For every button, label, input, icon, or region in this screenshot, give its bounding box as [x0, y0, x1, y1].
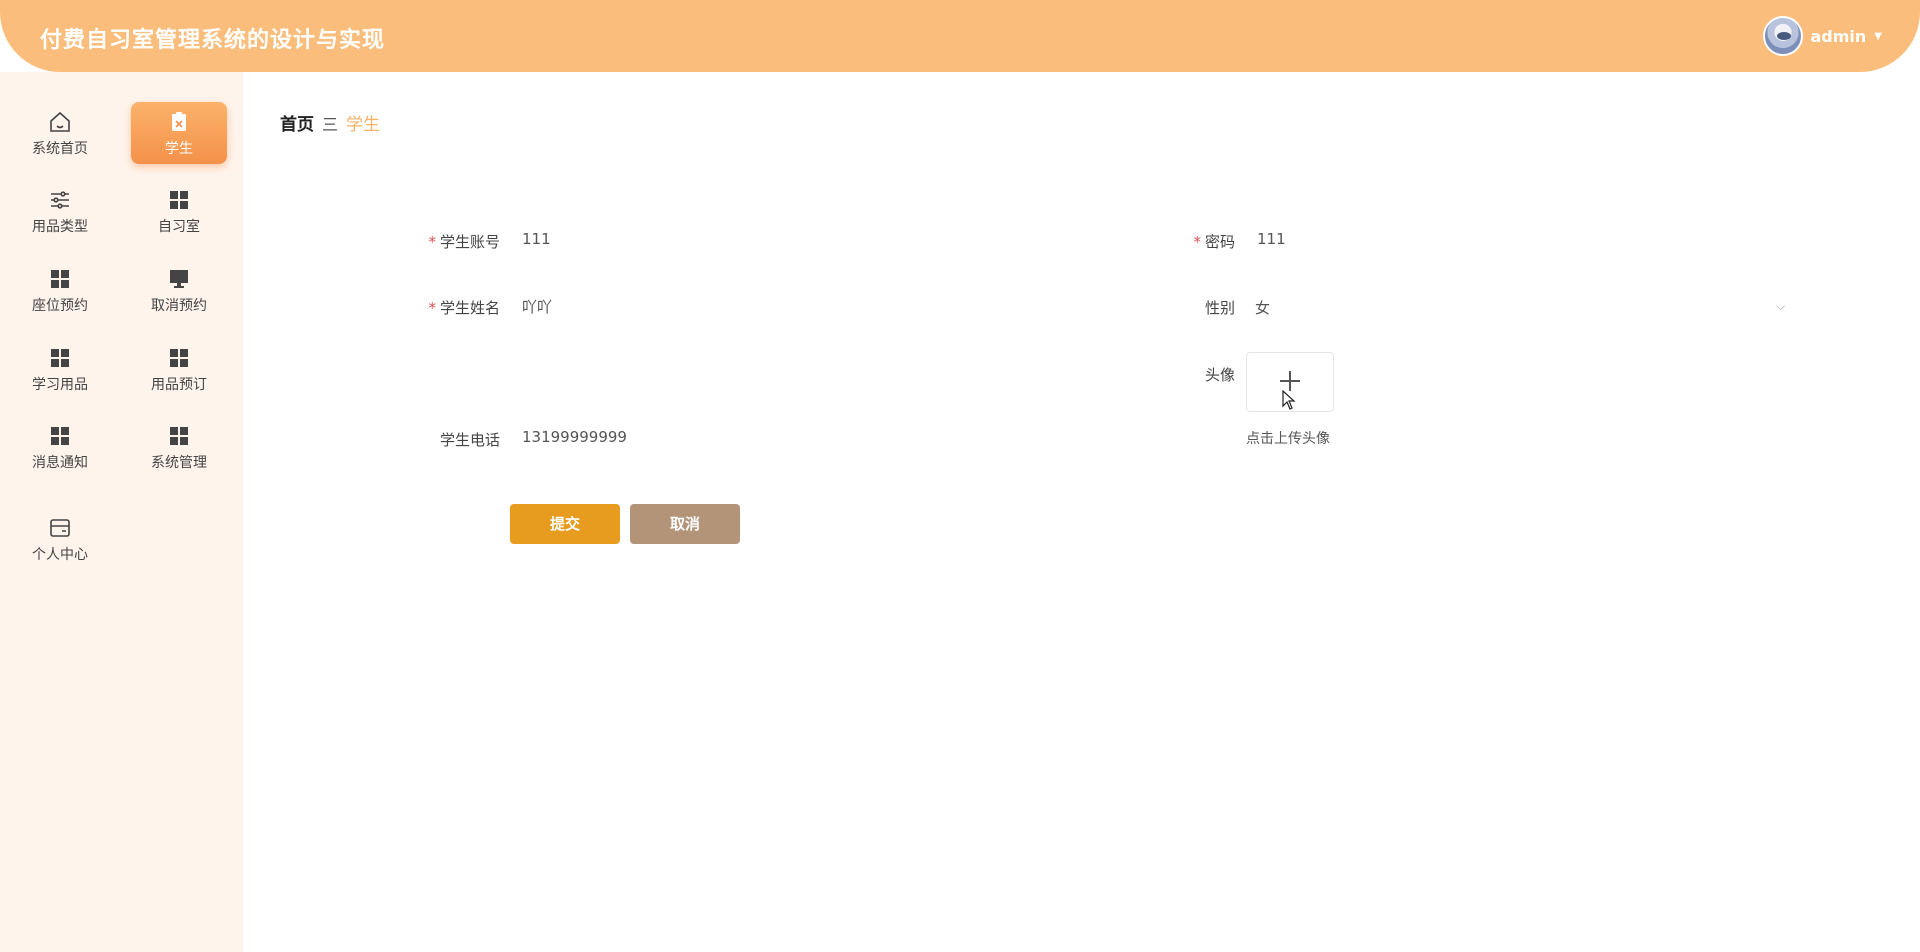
account-field[interactable]: 111 [522, 230, 551, 248]
sidebar-item-cancel-booking[interactable]: 取消预约 [131, 259, 227, 321]
top-header: 付费自习室管理系统的设计与实现 admin ▼ [0, 0, 1920, 72]
sidebar-item-home[interactable]: 系统首页 [12, 102, 108, 164]
sidebar-item-notifications[interactable]: 消息通知 [12, 416, 108, 478]
sidebar-item-label: 自习室 [158, 219, 200, 235]
required-mark: * [428, 233, 436, 251]
sidebar-item-label: 用品预订 [151, 377, 207, 393]
grid-icon [170, 349, 188, 367]
sidebar-item-student[interactable]: 学生 [131, 102, 227, 164]
sidebar-item-study-room[interactable]: 自习室 [131, 180, 227, 242]
gender-select[interactable]: 女 [1255, 297, 1270, 318]
clipboard-icon [172, 112, 186, 131]
password-label: * 密码 [1193, 233, 1235, 251]
grid-icon [170, 427, 188, 445]
password-field[interactable]: 111 [1257, 230, 1286, 248]
avatar[interactable] [1762, 16, 1803, 56]
breadcrumb-separator: 三 [322, 114, 339, 134]
breadcrumb: 首页 三 学生 [280, 110, 381, 136]
sidebar-item-system-admin[interactable]: 系统管理 [131, 416, 227, 478]
user-menu[interactable]: admin ▼ [1762, 16, 1882, 56]
chevron-down-icon[interactable]: ⌵ [1776, 299, 1785, 314]
required-mark: * [1193, 233, 1201, 251]
home-icon [50, 111, 70, 132]
sidebar-item-label: 取消预约 [151, 298, 207, 314]
grid-icon [51, 349, 69, 367]
name-field[interactable]: 吖吖 [522, 296, 552, 317]
sidebar: 系统首页 学生 用品类型 自习室 座位预约 取消预约 学习用品 用品预订 消息通… [0, 72, 243, 952]
cancel-button[interactable]: 取消 [630, 504, 740, 544]
upload-hint: 点击上传头像 [1246, 431, 1330, 447]
card-icon [50, 519, 70, 537]
sliders-icon [51, 191, 69, 209]
sidebar-item-label: 个人中心 [32, 547, 88, 563]
avatar-label: 头像 [1204, 366, 1235, 384]
sidebar-item-seat-booking[interactable]: 座位预约 [12, 259, 108, 321]
sidebar-item-supply-type[interactable]: 用品类型 [12, 180, 108, 242]
grid-icon [51, 270, 69, 288]
breadcrumb-home[interactable]: 首页 [280, 110, 314, 135]
submit-button[interactable]: 提交 [510, 504, 620, 544]
sidebar-item-label: 消息通知 [32, 455, 88, 471]
name-label: * 学生姓名 [428, 299, 500, 317]
plus-icon [1280, 371, 1300, 391]
sidebar-item-label: 座位预约 [32, 298, 88, 314]
mouse-cursor-icon [1282, 390, 1296, 410]
phone-label: 学生电话 [439, 431, 500, 449]
sidebar-item-label: 系统首页 [32, 141, 88, 157]
phone-field[interactable]: 13199999999 [522, 428, 627, 446]
sidebar-item-profile[interactable]: 个人中心 [12, 508, 108, 570]
sidebar-item-supply-order[interactable]: 用品预订 [131, 338, 227, 400]
caret-down-icon[interactable]: ▼ [1874, 31, 1882, 42]
username[interactable]: admin [1811, 27, 1867, 46]
app-title: 付费自习室管理系统的设计与实现 [40, 28, 386, 53]
sidebar-item-study-supplies[interactable]: 学习用品 [12, 338, 108, 400]
sidebar-item-label: 学生 [165, 141, 193, 157]
gender-label: 性别 [1204, 299, 1235, 317]
breadcrumb-current: 学生 [346, 115, 381, 135]
sidebar-item-label: 用品类型 [32, 219, 88, 235]
monitor-icon [170, 270, 188, 288]
sidebar-item-label: 系统管理 [151, 455, 207, 471]
account-label: * 学生账号 [428, 233, 500, 251]
sidebar-item-label: 学习用品 [32, 377, 88, 393]
grid-icon [170, 191, 188, 209]
required-mark: * [428, 299, 436, 317]
grid-icon [51, 427, 69, 445]
